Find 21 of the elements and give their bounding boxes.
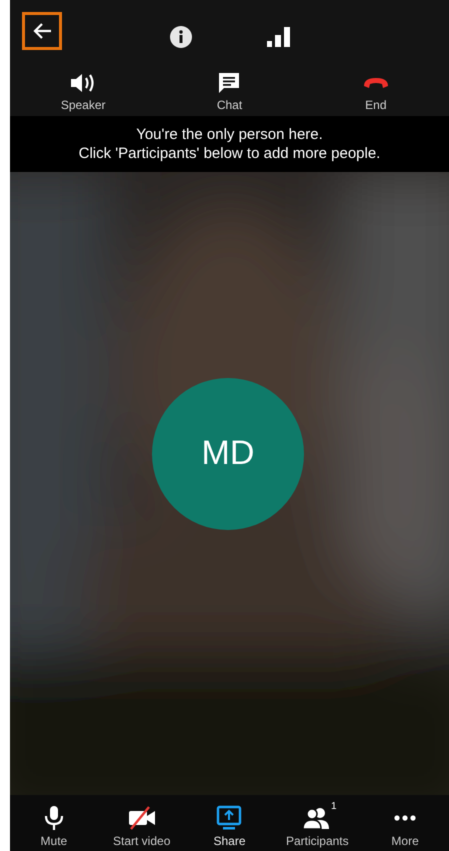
crossed-camera-icon [126, 806, 157, 830]
microphone-icon [44, 805, 64, 831]
more-icon [394, 815, 416, 821]
phone-icon [362, 76, 390, 90]
signal-icon[interactable] [267, 27, 291, 47]
mic-button[interactable]: Mute [10, 795, 98, 851]
screen-upload-icon [216, 805, 242, 831]
notice-text: Click 'Participants' below to add more people. [78, 144, 380, 163]
notice-text: You're the only person here. [136, 125, 323, 144]
participant-count: 1 [331, 800, 337, 814]
video-off-button[interactable]: Start video [98, 795, 186, 851]
info-icon[interactable] [170, 26, 192, 48]
back-button[interactable] [22, 12, 62, 50]
back-arrow-icon [32, 22, 52, 40]
speaker-button[interactable]: Speaker [10, 56, 156, 116]
end-button[interactable]: End [302, 56, 449, 116]
chat-icon [217, 71, 242, 95]
share-button[interactable]: Share [186, 795, 274, 851]
chat-button[interactable]: Chat [156, 56, 303, 116]
participants-button[interactable]: Participants 1 [273, 795, 362, 851]
more-button[interactable]: More [361, 795, 449, 851]
